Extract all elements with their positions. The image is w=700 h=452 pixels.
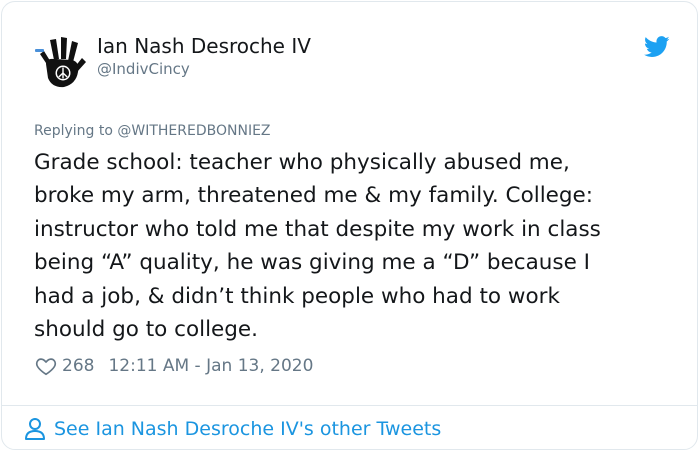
handprint-peace-icon bbox=[35, 37, 86, 88]
tweet-line: being “A” quality, he was giving me a “D… bbox=[34, 250, 591, 276]
avatar[interactable] bbox=[32, 34, 88, 90]
author-handle[interactable]: @IndivCincy bbox=[97, 60, 190, 78]
tweet-card: Ian Nash Desroche IV @IndivCincy Replyin… bbox=[1, 1, 698, 450]
tweet-line: should go to college. bbox=[34, 317, 258, 343]
like-count[interactable]: 268 bbox=[62, 356, 94, 376]
tweet-meta: 268 12:11 AM - Jan 13, 2020 bbox=[35, 354, 313, 378]
see-other-tweets-label[interactable]: See Ian Nash Desroche IV's other Tweets bbox=[54, 418, 441, 440]
tweet-timestamp[interactable]: 12:11 AM - Jan 13, 2020 bbox=[108, 356, 313, 376]
tweet-line: broke my arm, threatened me & my family.… bbox=[34, 183, 594, 209]
tweet-text: Grade school: teacher who physically abu… bbox=[34, 146, 679, 346]
author-name[interactable]: Ian Nash Desroche IV bbox=[97, 34, 311, 58]
heart-icon[interactable] bbox=[35, 355, 57, 377]
replying-to[interactable]: Replying to @WITHEREDBONNIEZ bbox=[34, 123, 271, 139]
tweet-line: Grade school: teacher who physically abu… bbox=[34, 150, 570, 175]
see-other-tweets-link[interactable]: See Ian Nash Desroche IV's other Tweets bbox=[24, 416, 441, 442]
person-icon bbox=[25, 418, 45, 440]
tweet-line: had a job, & didn’t think people who had… bbox=[34, 283, 560, 309]
divider bbox=[2, 405, 697, 406]
tweet-line: instructor who told me that despite my w… bbox=[34, 216, 601, 242]
twitter-bird-icon[interactable] bbox=[643, 36, 670, 58]
